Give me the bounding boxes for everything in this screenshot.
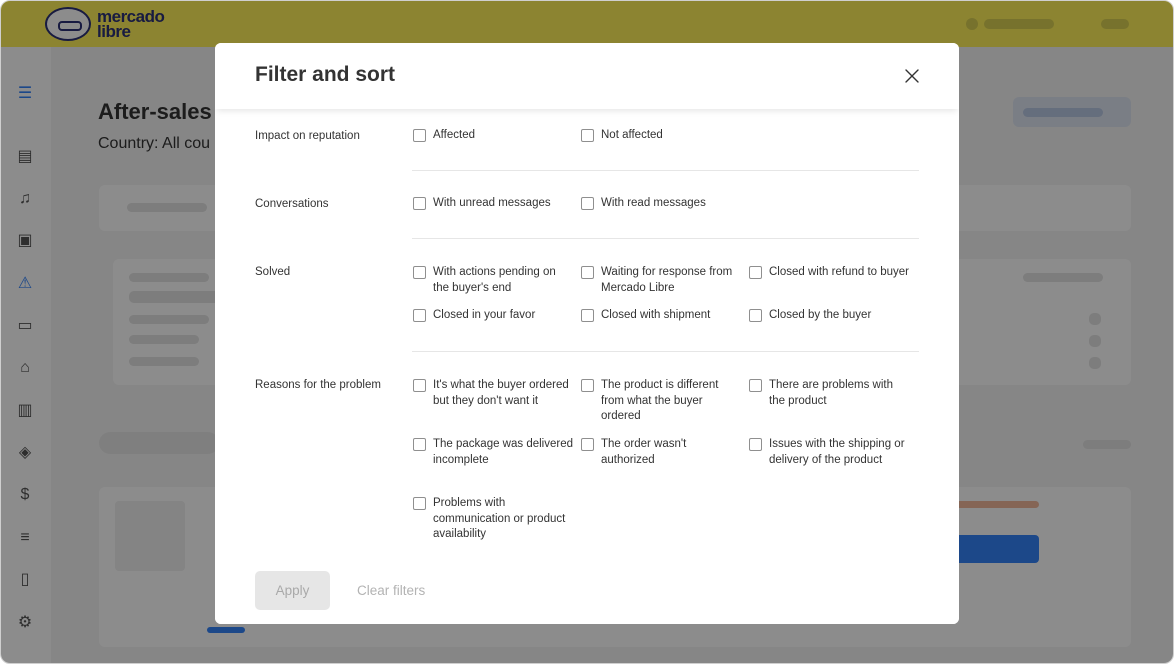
option-label: Not affected [601, 129, 663, 141]
checkbox-option-shipping-issues[interactable]: Issues with the shipping or delivery of … [749, 437, 909, 468]
checkbox[interactable] [581, 438, 594, 451]
checkbox-option-affected[interactable]: Affected [413, 128, 573, 144]
checkbox[interactable] [413, 129, 426, 142]
checkbox-option-communication-problems[interactable]: Problems with communication or product a… [413, 496, 573, 543]
option-label: Closed with shipment [601, 309, 711, 321]
clear-filters-button[interactable]: Clear filters [357, 571, 425, 610]
close-icon [905, 69, 919, 83]
section-label: Impact on reputation [255, 130, 360, 142]
checkbox-option-waiting-mercado-libre[interactable]: Waiting for response from Mercado Libre [581, 265, 741, 296]
checkbox[interactable] [413, 266, 426, 279]
section-label: Solved [255, 266, 291, 278]
checkbox-option-unread-messages[interactable]: With unread messages [413, 196, 573, 212]
filter-and-sort-modal: Filter and sort Impact on reputation Aff… [215, 43, 959, 624]
checkbox[interactable] [749, 438, 762, 451]
divider [412, 351, 919, 352]
checkbox[interactable] [581, 129, 594, 142]
checkbox-option-closed-in-favor[interactable]: Closed in your favor [413, 308, 573, 324]
checkbox[interactable] [749, 379, 762, 392]
option-label: It's what the buyer ordered but they don… [433, 379, 569, 407]
checkbox-option-closed-by-buyer[interactable]: Closed by the buyer [749, 308, 909, 324]
option-label: There are problems with the product [769, 379, 893, 407]
option-label: The package was delivered incomplete [433, 438, 573, 466]
checkbox[interactable] [413, 309, 426, 322]
app-window: mercado libre ☰ ▤ ♫ ▣ ⚠ ▭ ⌂ ▥ ◈ $ ≡ ▯ ⚙ … [0, 0, 1174, 664]
checkbox-option-not-affected[interactable]: Not affected [581, 128, 741, 144]
divider [412, 238, 919, 239]
checkbox[interactable] [581, 309, 594, 322]
checkbox[interactable] [581, 379, 594, 392]
option-label: Affected [433, 129, 475, 141]
divider [412, 170, 919, 171]
modal-header: Filter and sort [215, 43, 959, 109]
option-label: Waiting for response from Mercado Libre [601, 266, 733, 294]
checkbox[interactable] [413, 379, 426, 392]
option-label: Closed in your favor [433, 309, 536, 321]
checkbox[interactable] [581, 266, 594, 279]
option-label: Issues with the shipping or delivery of … [769, 438, 905, 466]
option-label: With unread messages [433, 197, 551, 209]
apply-button[interactable]: Apply [255, 571, 330, 610]
checkbox[interactable] [413, 197, 426, 210]
checkbox-option-closed-shipment[interactable]: Closed with shipment [581, 308, 741, 324]
option-label: Closed with refund to buyer [769, 266, 909, 278]
option-label: Closed by the buyer [769, 309, 872, 321]
option-label: With read messages [601, 197, 706, 209]
checkbox-option-pending-buyer[interactable]: With actions pending on the buyer's end [413, 265, 573, 296]
checkbox-option-product-different[interactable]: The product is different from what the b… [581, 378, 741, 425]
checkbox[interactable] [413, 497, 426, 510]
section-label: Conversations [255, 198, 329, 210]
checkbox[interactable] [413, 438, 426, 451]
modal-body: Impact on reputation Affected Not affect… [215, 109, 959, 559]
option-label: Problems with communication or product a… [433, 497, 566, 540]
checkbox[interactable] [749, 309, 762, 322]
checkbox-option-not-authorized[interactable]: The order wasn't authorized [581, 437, 741, 468]
section-label: Reasons for the problem [255, 379, 381, 391]
checkbox-option-closed-refund[interactable]: Closed with refund to buyer [749, 265, 909, 281]
close-button[interactable] [901, 65, 923, 87]
checkbox[interactable] [581, 197, 594, 210]
modal-title: Filter and sort [255, 63, 396, 86]
modal-footer: Apply Clear filters [215, 559, 959, 624]
checkbox-option-problems-with-product[interactable]: There are problems with the product [749, 378, 909, 409]
checkbox-option-read-messages[interactable]: With read messages [581, 196, 741, 212]
checkbox-option-buyer-doesnt-want[interactable]: It's what the buyer ordered but they don… [413, 378, 573, 409]
option-label: The product is different from what the b… [601, 379, 719, 422]
checkbox[interactable] [749, 266, 762, 279]
option-label: With actions pending on the buyer's end [433, 266, 556, 294]
option-label: The order wasn't authorized [601, 438, 687, 466]
checkbox-option-delivered-incomplete[interactable]: The package was delivered incomplete [413, 437, 573, 468]
